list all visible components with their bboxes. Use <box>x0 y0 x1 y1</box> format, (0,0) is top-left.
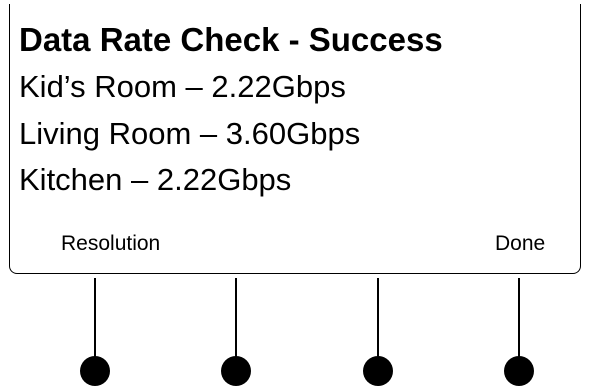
kitchen-rate: Kitchen – 2.22Gbps <box>19 162 292 197</box>
button-4-lead-line <box>518 278 520 368</box>
resolution-softkey-label[interactable]: Resolution <box>61 230 160 258</box>
button-3-lead-line <box>377 278 379 368</box>
display-screen: Data Rate Check - Success Kid’s Room – 2… <box>9 4 581 274</box>
button-2-lead-line <box>235 278 237 368</box>
hardware-button-3[interactable] <box>363 356 393 386</box>
hardware-button-4[interactable] <box>504 356 534 386</box>
screen-title: Data Rate Check - Success <box>19 21 443 58</box>
hardware-button-1[interactable] <box>80 356 110 386</box>
living-room-rate: Living Room – 3.60Gbps <box>19 116 361 151</box>
kids-room-rate: Kid’s Room – 2.22Gbps <box>19 69 346 104</box>
done-softkey-label[interactable]: Done <box>495 230 545 258</box>
hardware-button-2[interactable] <box>221 356 251 386</box>
button-1-lead-line <box>94 278 96 368</box>
